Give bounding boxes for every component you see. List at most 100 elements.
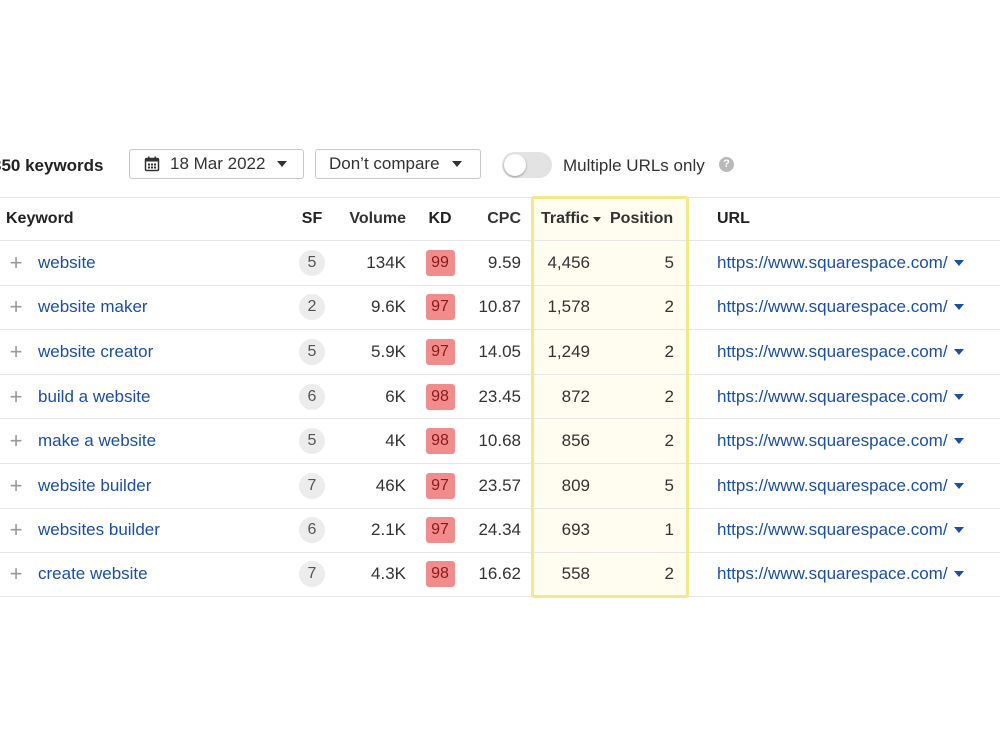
url-link[interactable]: https://www.squarespace.com/ (717, 553, 964, 596)
url-link[interactable]: https://www.squarespace.com/ (717, 509, 964, 553)
kd-badge: 99 (425, 249, 455, 276)
url-link[interactable]: https://www.squarespace.com/ (717, 330, 964, 374)
cpc-cell: 9.59 (487, 252, 521, 272)
url-text: https://www.squarespace.com/ (717, 520, 948, 540)
sf-badge[interactable]: 5 (299, 428, 325, 455)
chevron-down-icon (451, 161, 462, 167)
table-row: + website builder 7 46K 97 23.57 809 5 h… (0, 462, 1000, 508)
position-cell: 2 (664, 564, 674, 584)
keyword-link[interactable]: website creator (38, 330, 153, 374)
chevron-down-icon[interactable] (953, 438, 964, 445)
column-header-url[interactable]: URL (717, 198, 750, 240)
cpc-cell: 23.45 (478, 386, 521, 406)
chevron-down-icon[interactable] (953, 304, 964, 311)
url-text: https://www.squarespace.com/ (717, 386, 948, 406)
volume-cell: 134K (366, 252, 406, 272)
kd-cell: 99 (425, 241, 455, 285)
plus-icon[interactable]: + (6, 375, 26, 419)
url-text: https://www.squarespace.com/ (717, 564, 948, 584)
keyword-link[interactable]: websites builder (38, 509, 160, 553)
sf-badge[interactable]: 7 (299, 472, 325, 499)
table-body: + website 5 134K 99 9.59 4,456 5 https:/… (0, 240, 1000, 597)
traffic-cell: 872 (561, 386, 590, 406)
position-cell: 2 (664, 431, 674, 451)
cpc-cell: 16.62 (478, 564, 521, 584)
plus-icon[interactable]: + (6, 241, 26, 285)
position-cell: 5 (664, 252, 674, 272)
sf-badge[interactable]: 5 (299, 249, 325, 276)
traffic-cell: 693 (561, 520, 590, 540)
table-row: + website 5 134K 99 9.59 4,456 5 https:/… (0, 240, 1000, 285)
compare-dropdown[interactable]: Don’t compare (315, 149, 481, 179)
traffic-cell: 809 (561, 475, 590, 495)
url-text: https://www.squarespace.com/ (717, 297, 948, 317)
keyword-link[interactable]: make a website (38, 419, 156, 463)
kd-cell: 97 (425, 330, 455, 374)
plus-icon[interactable]: + (6, 509, 26, 553)
cpc-cell: 23.57 (478, 475, 521, 495)
sf-badge[interactable]: 6 (299, 383, 325, 410)
table-row: + websites builder 6 2.1K 97 24.34 693 1… (0, 507, 1000, 553)
kd-badge: 98 (425, 561, 455, 588)
table-row: + website maker 2 9.6K 97 10.87 1,578 2 … (0, 284, 1000, 330)
volume-cell: 5.9K (371, 341, 406, 361)
position-cell: 2 (664, 386, 674, 406)
kd-cell: 98 (425, 419, 455, 463)
toggle-knob (504, 154, 526, 176)
column-header-sf[interactable]: SF (298, 198, 326, 240)
column-header-keyword[interactable]: Keyword (6, 198, 74, 240)
keyword-link[interactable]: website maker (38, 286, 148, 330)
url-link[interactable]: https://www.squarespace.com/ (717, 464, 964, 508)
column-header-cpc[interactable]: CPC (460, 198, 521, 240)
column-header-kd[interactable]: KD (425, 198, 455, 240)
url-link[interactable]: https://www.squarespace.com/ (717, 375, 964, 419)
sf-cell: 2 (298, 286, 326, 330)
plus-icon[interactable]: + (6, 286, 26, 330)
keyword-link[interactable]: build a website (38, 375, 150, 419)
traffic-cell: 558 (561, 564, 590, 584)
chevron-down-icon[interactable] (953, 482, 964, 489)
sf-badge[interactable]: 7 (299, 561, 325, 588)
column-header-position[interactable]: Position (610, 198, 673, 240)
plus-icon[interactable]: + (6, 330, 26, 374)
plus-icon[interactable]: + (6, 553, 26, 596)
chevron-down-icon[interactable] (953, 393, 964, 400)
chevron-down-icon[interactable] (953, 527, 964, 534)
keyword-link[interactable]: website (38, 241, 96, 285)
plus-icon[interactable]: + (6, 419, 26, 463)
column-header-traffic[interactable]: Traffic (541, 198, 602, 240)
column-header-volume[interactable]: Volume (330, 198, 406, 240)
multiple-urls-toggle[interactable] (502, 152, 552, 178)
url-link[interactable]: https://www.squarespace.com/ (717, 419, 964, 463)
sf-cell: 7 (298, 553, 326, 596)
keyword-link[interactable]: website builder (38, 464, 151, 508)
date-picker-button[interactable]: 18 Mar 2022 (129, 149, 304, 179)
help-icon[interactable]: ? (719, 157, 734, 172)
table-row: + make a website 5 4K 98 10.68 856 2 htt… (0, 418, 1000, 463)
sf-badge[interactable]: 5 (299, 338, 325, 365)
kd-badge: 98 (425, 428, 455, 455)
kd-cell: 98 (425, 553, 455, 596)
url-link[interactable]: https://www.squarespace.com/ (717, 241, 964, 285)
sort-desc-icon (593, 216, 602, 222)
keyword-link[interactable]: create website (38, 553, 148, 596)
position-cell: 2 (664, 297, 674, 317)
table-header: Keyword SF Volume KD CPC Traffic Positio… (0, 197, 1000, 240)
plus-icon[interactable]: + (6, 464, 26, 508)
sf-cell: 7 (298, 464, 326, 508)
url-link[interactable]: https://www.squarespace.com/ (717, 286, 964, 330)
multiple-urls-label: Multiple URLs only (563, 156, 705, 175)
chevron-down-icon[interactable] (953, 348, 964, 355)
sf-badge[interactable]: 2 (299, 294, 325, 321)
kd-cell: 97 (425, 464, 455, 508)
traffic-cell: 1,578 (547, 297, 590, 317)
kd-badge: 97 (425, 517, 455, 544)
sf-badge[interactable]: 6 (299, 517, 325, 544)
chevron-down-icon[interactable] (953, 259, 964, 266)
chevron-down-icon[interactable] (953, 571, 964, 578)
traffic-cell: 4,456 (547, 252, 590, 272)
traffic-header-label: Traffic (541, 210, 590, 227)
sf-cell: 6 (298, 375, 326, 419)
volume-cell: 46K (375, 475, 406, 495)
chevron-down-icon (277, 161, 288, 167)
